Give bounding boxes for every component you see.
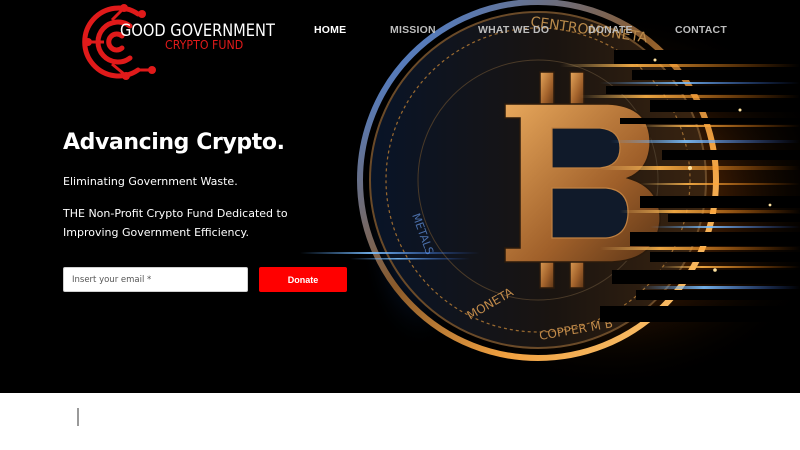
nav-item-what-we-do[interactable]: WHAT WE DO <box>478 24 549 36</box>
logo-subtitle: CRYPTO FUND <box>165 38 244 52</box>
hero-headline: Advancing Crypto. <box>63 130 285 155</box>
circuit-c-logo-icon <box>82 4 156 80</box>
donate-button[interactable]: Donate <box>259 267 347 292</box>
content-section <box>0 393 800 450</box>
main-nav: HOME MISSION WHAT WE DO DONATE CONTACT <box>0 24 800 38</box>
email-input[interactable] <box>63 267 248 292</box>
nav-item-donate[interactable]: DONATE <box>588 24 633 36</box>
hero-section: CENTROMONETA METALS MONETA COPPER M B GO… <box>0 0 800 393</box>
nav-item-contact[interactable]: CONTACT <box>675 24 727 36</box>
nav-item-mission[interactable]: MISSION <box>390 24 436 36</box>
hero-description: THE Non-Profit Crypto Fund Dedicated to … <box>63 207 288 239</box>
nav-item-home[interactable]: HOME <box>314 24 346 36</box>
site-logo[interactable]: GOOD GOVERNMENT CRYPTO FUND <box>82 0 275 84</box>
hero-tagline: Eliminating Government Waste. <box>63 175 238 188</box>
text-cursor <box>77 408 79 426</box>
